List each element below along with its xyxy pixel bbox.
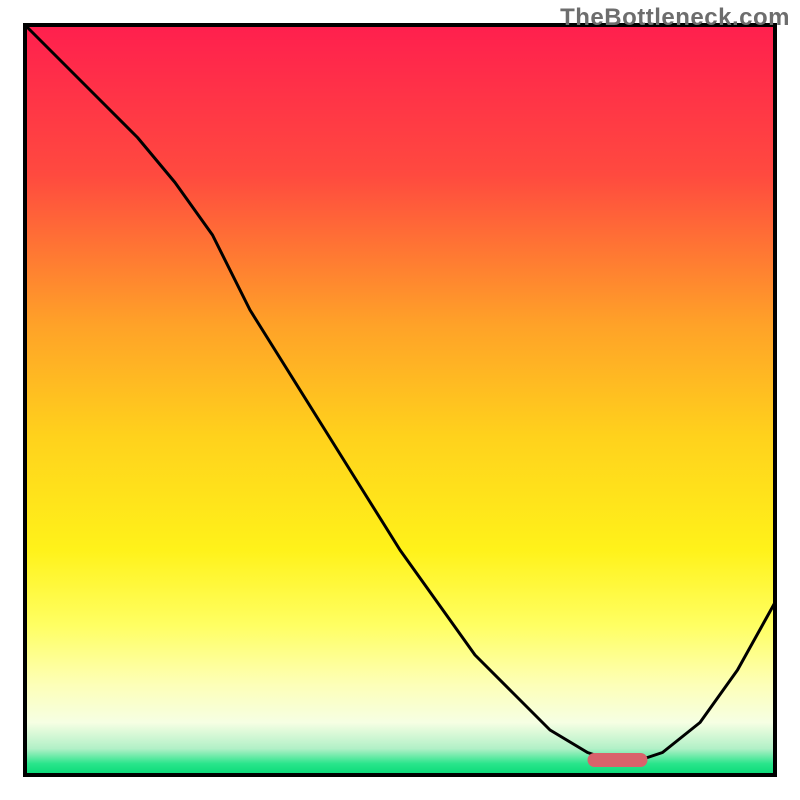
watermark-text: TheBottleneck.com [560,4,790,32]
bottleneck-chart [0,0,800,800]
optimal-range-marker [588,753,648,767]
chart-container: { "watermark": "TheBottleneck.com", "cha… [0,0,800,800]
